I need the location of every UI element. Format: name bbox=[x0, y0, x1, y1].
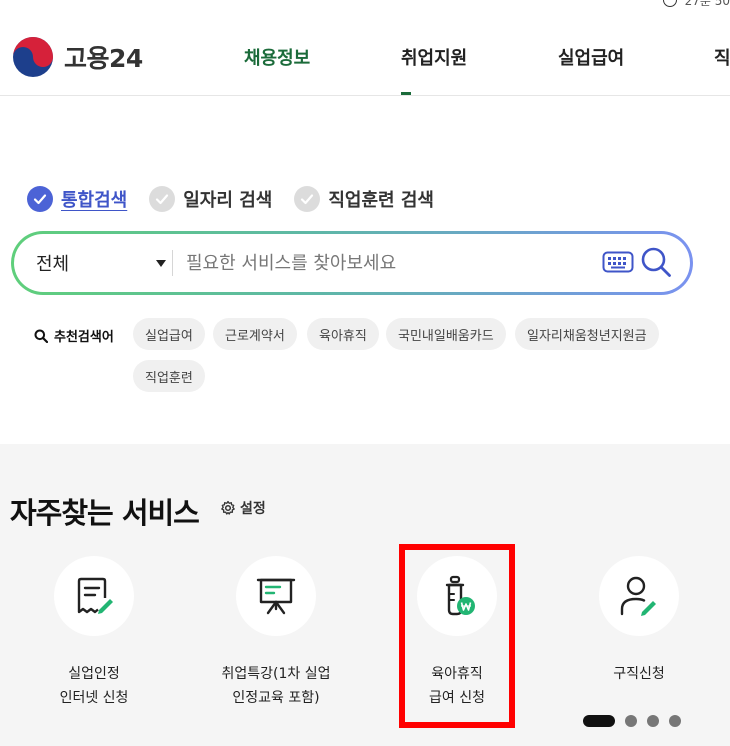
taegeuk-logo-icon bbox=[13, 37, 53, 77]
service-parental-leave-benefit[interactable]: 육아휴직 급여 신청 bbox=[377, 556, 537, 710]
keyword-chip[interactable]: 실업급여 bbox=[133, 318, 205, 350]
receipt-pen-icon bbox=[77, 577, 113, 614]
search-small-icon bbox=[34, 329, 48, 343]
person-pen-icon bbox=[620, 576, 656, 616]
check-circle-icon bbox=[149, 186, 176, 212]
settings-label: 설정 bbox=[240, 501, 266, 517]
nav-hover-indicator bbox=[401, 92, 411, 95]
check-circle-icon bbox=[27, 186, 53, 212]
baby-bottle-won-icon bbox=[445, 575, 475, 616]
search-icon[interactable] bbox=[640, 246, 672, 278]
service-icon-circle bbox=[54, 556, 134, 636]
search-box-inner: 전체 bbox=[14, 234, 690, 292]
service-label: 구직신청 bbox=[613, 666, 665, 682]
nav-item-unemployment-benefit[interactable]: 실업급여 bbox=[558, 44, 624, 70]
caret-down-icon bbox=[156, 259, 166, 267]
pagination-dot-active[interactable] bbox=[583, 715, 615, 727]
pagination-dot[interactable] bbox=[647, 715, 659, 727]
nav-item-job-info[interactable]: 채용정보 bbox=[244, 44, 310, 70]
service-employment-lecture[interactable]: 취업특강(1차 실업 인정교육 포함) bbox=[196, 556, 356, 710]
check-circle-icon bbox=[294, 186, 321, 212]
search-category-select[interactable]: 전체 bbox=[36, 234, 166, 292]
service-label: 실업인정 인터넷 신청 bbox=[59, 666, 129, 706]
tab-label: 통합검색 bbox=[61, 190, 128, 211]
gear-icon bbox=[221, 500, 235, 515]
site-logo[interactable]: 고용24 bbox=[12, 36, 143, 78]
presentation-board-icon bbox=[256, 578, 296, 615]
carousel-pagination bbox=[583, 715, 681, 727]
tab-label: 일자리 검색 bbox=[183, 190, 273, 211]
nav-item-truncated[interactable]: 직 bbox=[714, 44, 730, 70]
search-type-tabs: 통합검색 일자리 검색 직업훈련 검색 bbox=[27, 186, 456, 212]
settings-button[interactable]: 설정 bbox=[220, 498, 266, 518]
service-job-application[interactable]: 구직신청 bbox=[559, 556, 719, 686]
section-title: 자주찾는 서비스 bbox=[10, 496, 200, 530]
keyword-chip[interactable]: 직업훈련 bbox=[133, 360, 205, 392]
search-input[interactable] bbox=[186, 242, 596, 284]
keyword-chip[interactable]: 근로계약서 bbox=[213, 318, 297, 350]
keyboard-icon[interactable] bbox=[602, 250, 634, 274]
service-unemployment-recognition[interactable]: 실업인정 인터넷 신청 bbox=[14, 556, 174, 710]
recommended-label-text: 추천검색어 bbox=[54, 330, 114, 345]
tab-integrated-search[interactable]: 통합검색 bbox=[27, 186, 127, 212]
nav-item-employment-support[interactable]: 취업지원 bbox=[401, 44, 467, 70]
search-category-value: 전체 bbox=[36, 254, 70, 275]
frequent-services: 자주찾는 서비스 설정 실업인정 인터넷 신청 취업특강(1차 실업 인정교육 … bbox=[0, 444, 730, 746]
site-header: 27분 50 고용24 채용정보 취업지원 실업급여 직 bbox=[0, 0, 730, 96]
service-label: 취업특강(1차 실업 인정교육 포함) bbox=[221, 666, 331, 706]
pagination-dot[interactable] bbox=[625, 715, 637, 727]
service-icon-circle bbox=[417, 556, 497, 636]
service-icon-circle bbox=[236, 556, 316, 636]
tab-job-search[interactable]: 일자리 검색 bbox=[149, 186, 272, 212]
service-icon-circle bbox=[599, 556, 679, 636]
clock-icon bbox=[662, 0, 677, 7]
tab-training-search[interactable]: 직업훈련 검색 bbox=[294, 186, 434, 212]
recommended-label: 추천검색어 bbox=[34, 326, 114, 345]
session-timer-text: 27분 50 bbox=[684, 0, 730, 8]
keyword-chip[interactable]: 국민내일배움카드 bbox=[386, 318, 506, 350]
pagination-dot[interactable] bbox=[669, 715, 681, 727]
session-timer[interactable]: 27분 50 bbox=[662, 0, 730, 8]
logo-text: 고용24 bbox=[64, 44, 143, 73]
keyword-chip[interactable]: 육아휴직 bbox=[307, 318, 379, 350]
divider bbox=[172, 250, 173, 276]
search-box: 전체 bbox=[11, 231, 693, 295]
service-label: 육아휴직 급여 신청 bbox=[429, 666, 485, 706]
tab-label: 직업훈련 검색 bbox=[328, 190, 434, 211]
keyword-chip[interactable]: 일자리채움청년지원금 bbox=[515, 318, 659, 350]
